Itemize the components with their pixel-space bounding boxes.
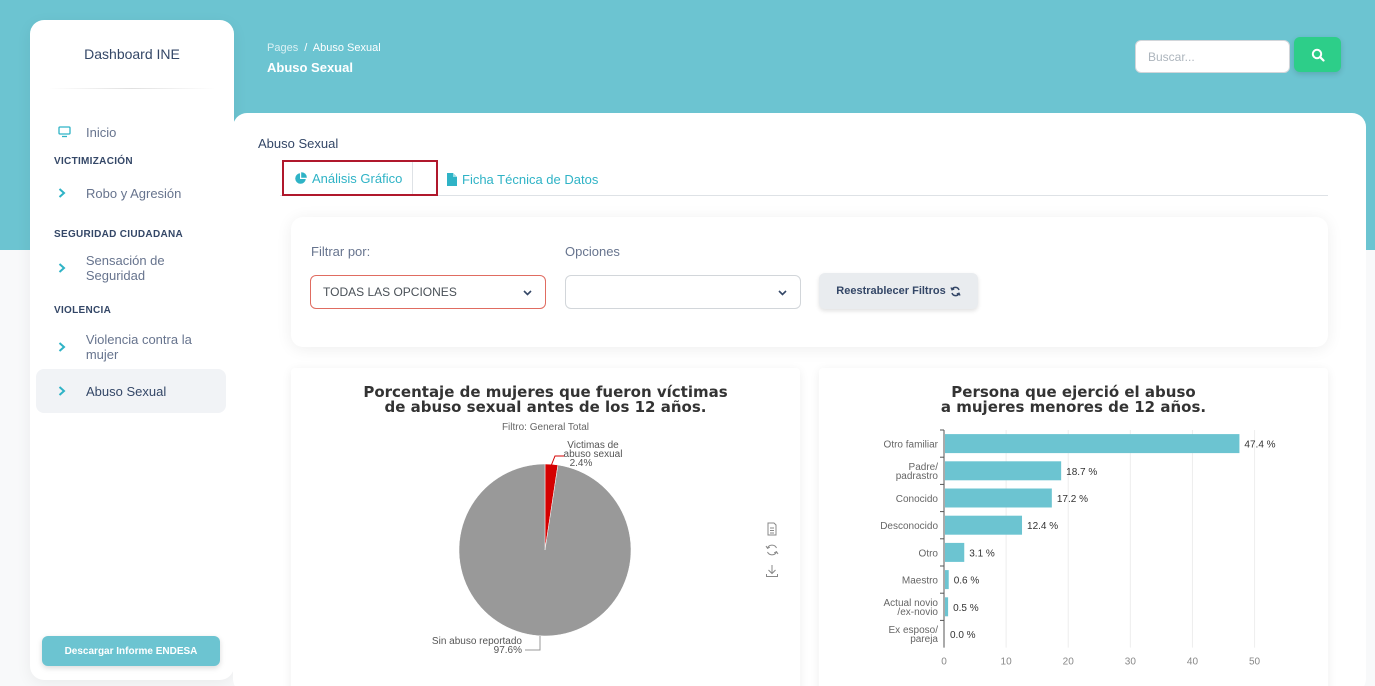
data-view-icon[interactable] — [765, 522, 779, 536]
bar-chart: 0 10 20 30 40 5047.4 %Otro familiar18.7 %Padr… — [880, 429, 1276, 668]
bar — [945, 597, 949, 617]
chevron-right-icon — [58, 386, 72, 396]
pie-value-label: 2.4% — [570, 458, 593, 469]
sidebar-item-label: Abuso Sexual — [86, 383, 167, 399]
search-icon — [1311, 48, 1325, 62]
bar-chart-card: Persona que ejerció el abuso a mujeres m… — [819, 368, 1328, 686]
filter-label: Filtrar por: — [311, 244, 371, 259]
pie-label-line — [525, 636, 541, 651]
sidebar: Dashboard INE Inicio VICTIMIZACIÓN Robo … — [30, 20, 234, 680]
bar — [945, 515, 1023, 535]
pie-chart-icon — [295, 171, 307, 184]
tab-label: Análisis Gráfico — [312, 170, 403, 186]
sidebar-section-title: VICTIMIZACIÓN — [54, 156, 133, 167]
card-title: Abuso Sexual — [258, 136, 339, 151]
reset-filters-button[interactable]: Reestrablecer Filtros — [819, 273, 978, 309]
tab-label: Ficha Técnica de Datos — [462, 171, 599, 187]
brand-divider — [48, 88, 216, 89]
brand-title[interactable]: Dashboard INE — [30, 20, 234, 88]
filter-select-value: TODAS LAS OPCIONES — [323, 285, 457, 299]
chevron-down-icon — [778, 290, 787, 296]
bar-value-label: 18.7 % — [1066, 467, 1097, 478]
page-title: Abuso Sexual — [267, 60, 353, 75]
sidebar-item-sensacion[interactable]: Sensación de Seguridad — [36, 246, 226, 290]
refresh-icon[interactable] — [765, 543, 779, 557]
sidebar-item-abuso-sexual[interactable]: Abuso Sexual — [36, 369, 226, 413]
sidebar-item-violencia-mujer[interactable]: Violencia contra la mujer — [36, 325, 226, 369]
x-tick-label: 0 — [941, 657, 947, 668]
download-report-button[interactable]: Descargar Informe ENDESA — [42, 636, 220, 666]
options-label: Opciones — [565, 244, 620, 259]
pie-chart-card: Porcentaje de mujeres que fueron víctima… — [291, 368, 800, 686]
bar — [945, 542, 965, 562]
x-tick-label: 50 — [1249, 657, 1261, 668]
x-tick-label: 30 — [1125, 657, 1137, 668]
sidebar-item-label: Inicio — [86, 124, 117, 140]
sidebar-item-label: Sensación de Seguridad — [85, 253, 165, 283]
tab-ficha-tecnica[interactable]: Ficha Técnica de Datos — [437, 162, 608, 196]
chevron-right-icon — [58, 188, 72, 198]
breadcrumb-root[interactable]: Pages — [267, 42, 298, 54]
y-tick-label: Otro — [919, 548, 939, 559]
sidebar-item-label: Robo y Agresión — [86, 185, 182, 201]
y-tick-label: Desconocido — [880, 521, 938, 532]
bar-value-label: 47.4 % — [1244, 440, 1275, 451]
sidebar-item-label: Violencia contra la mujer — [85, 332, 192, 362]
search-input[interactable]: Buscar... — [1135, 40, 1290, 73]
x-tick-label: 10 — [1001, 657, 1013, 668]
bar-value-label: 0.5 % — [953, 603, 979, 614]
breadcrumb-current: Abuso Sexual — [312, 42, 381, 54]
tab-analisis-grafico[interactable]: Análisis Gráfico — [282, 160, 438, 196]
y-tick-label: Conocido — [896, 494, 939, 505]
filter-select[interactable]: TODAS LAS OPCIONES — [310, 275, 546, 309]
sidebar-item-inicio[interactable]: Inicio — [36, 110, 226, 154]
y-tick-label: padrastro — [896, 471, 939, 482]
bar-value-label: 17.2 % — [1057, 494, 1088, 505]
y-tick-label: pareja — [910, 634, 938, 645]
document-icon — [447, 172, 457, 186]
monitor-icon — [58, 126, 72, 138]
reset-filters-label: Reestrablecer Filtros — [836, 285, 946, 297]
sidebar-item-robo[interactable]: Robo y Agresión — [36, 171, 226, 215]
chevron-right-icon — [58, 263, 72, 273]
y-tick-label: /ex-novio — [897, 607, 938, 618]
bar-value-label: 3.1 % — [969, 548, 995, 559]
chart-toolbox — [765, 522, 783, 578]
x-tick-label: 40 — [1187, 657, 1199, 668]
bar-value-label: 0.0 % — [950, 630, 976, 641]
breadcrumb-separator: / — [304, 42, 308, 54]
y-tick-label: Maestro — [902, 576, 939, 587]
pie-chart: Victimas deabuso sexual2.4%Sin abuso rep… — [432, 440, 632, 656]
bar — [945, 461, 1062, 481]
bar — [945, 570, 949, 590]
options-select[interactable] — [565, 275, 801, 309]
chevron-down-icon — [523, 290, 532, 296]
download-icon[interactable] — [765, 564, 779, 578]
sidebar-section-title: SEGURIDAD CIUDADANA — [54, 229, 184, 240]
refresh-icon — [950, 286, 961, 296]
sidebar-section-title: VIOLENCIA — [54, 305, 112, 316]
bar — [945, 488, 1052, 508]
x-tick-label: 20 — [1063, 657, 1075, 668]
bar-value-label: 12.4 % — [1027, 521, 1058, 532]
pie-slice — [458, 463, 632, 637]
bar — [945, 434, 1240, 454]
bar-value-label: 0.6 % — [954, 576, 980, 587]
chevron-right-icon — [58, 342, 72, 352]
breadcrumb: Pages / Abuso Sexual — [267, 42, 381, 54]
pie-value-label: 97.6% — [494, 645, 522, 656]
y-tick-label: Otro familiar — [884, 440, 939, 451]
search-button[interactable] — [1294, 37, 1341, 72]
